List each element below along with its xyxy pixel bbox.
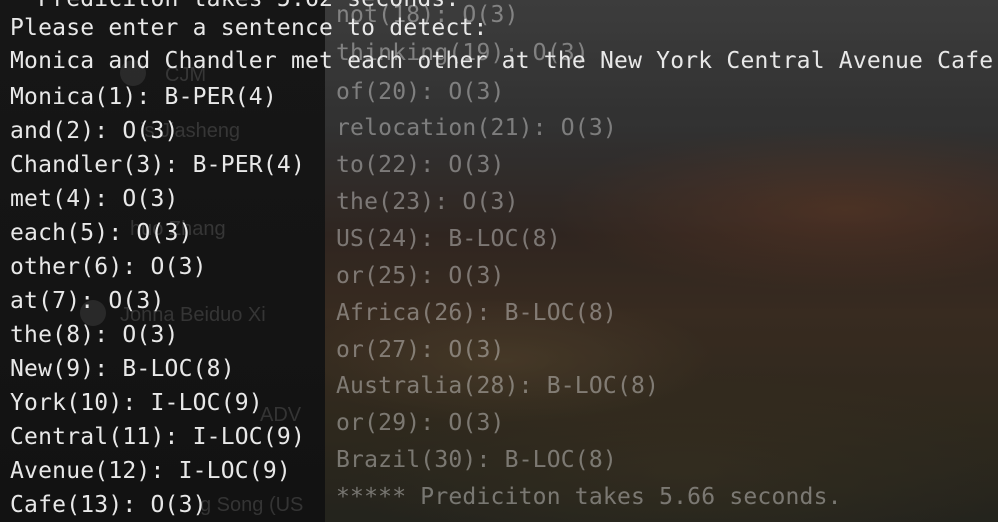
- ner-result-line: and(2): O(3): [10, 118, 179, 144]
- ner-result-line: other(6): O(3): [10, 254, 207, 280]
- ner-result-line: Cafe(13): O(3): [10, 492, 207, 518]
- previous-result-line: relocation(21): O(3): [336, 115, 617, 141]
- previous-result-line: ***** Prediciton takes 5.66 seconds.: [336, 484, 842, 510]
- previous-result-line: or(25): O(3): [336, 263, 505, 289]
- ner-result-line: New(9): B-LOC(8): [10, 356, 235, 382]
- previous-result-line: Australia(28): B-LOC(8): [336, 373, 660, 399]
- previous-result-line: not(18): O(3): [336, 2, 519, 28]
- ner-result-line: Chandler(3): B-PER(4): [10, 152, 305, 178]
- ner-result-line: Central(11): I-LOC(9): [10, 424, 305, 450]
- previous-result-line: US(24): B-LOC(8): [336, 226, 561, 252]
- ner-result-line: Avenue(12): I-LOC(9): [10, 458, 291, 484]
- previous-result-line: of(20): O(3): [336, 79, 505, 105]
- terminal-window[interactable]: CJM is Jiasheng huo Zhang Jonna Beiduo X…: [0, 0, 998, 522]
- previous-result-line: to(22): O(3): [336, 152, 505, 178]
- previous-result-line: Brazil(30): B-LOC(8): [336, 447, 617, 473]
- previous-result-line: the(23): O(3): [336, 189, 519, 215]
- ner-result-line: at(7): O(3): [10, 288, 165, 314]
- previous-result-line: or(29): O(3): [336, 410, 505, 436]
- ner-result-line: York(10): I-LOC(9): [10, 390, 263, 416]
- previous-result-line: thinking(19): O(3): [336, 40, 589, 66]
- ner-result-line: the(8): O(3): [10, 322, 179, 348]
- background-window-item: g Song (US: [200, 494, 304, 516]
- ner-result-line: met(4): O(3): [10, 186, 179, 212]
- ner-result-line: Monica(1): B-PER(4): [10, 84, 277, 110]
- ner-result-line: each(5): O(3): [10, 220, 193, 246]
- previous-result-line: or(27): O(3): [336, 337, 505, 363]
- previous-result-line: Africa(26): B-LOC(8): [336, 300, 617, 326]
